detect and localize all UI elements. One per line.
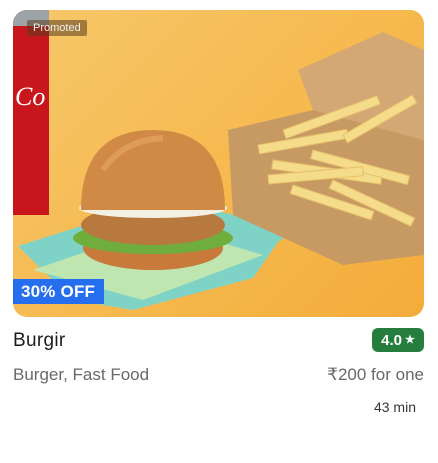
svg-text:Co: Co: [15, 82, 45, 111]
promoted-badge: Promoted: [27, 20, 87, 36]
restaurant-name[interactable]: Burgir: [13, 330, 65, 352]
price-for-one: ₹200 for one: [327, 365, 424, 384]
cuisine-text: Burger, Fast Food: [13, 365, 150, 384]
soda-can: [13, 10, 49, 215]
discount-badge: 30% OFF: [13, 279, 105, 304]
food-illustration: Co: [13, 10, 424, 310]
restaurant-card[interactable]: Co Promoted 30% OFF Burgir 4.0 ★ Burger,…: [0, 0, 438, 463]
rating-value: 4.0: [381, 331, 402, 349]
delivery-time: 43 min: [373, 399, 416, 415]
rating-badge: 4.0 ★: [372, 328, 424, 352]
restaurant-image[interactable]: Co: [13, 10, 424, 317]
star-icon: ★: [404, 333, 415, 346]
